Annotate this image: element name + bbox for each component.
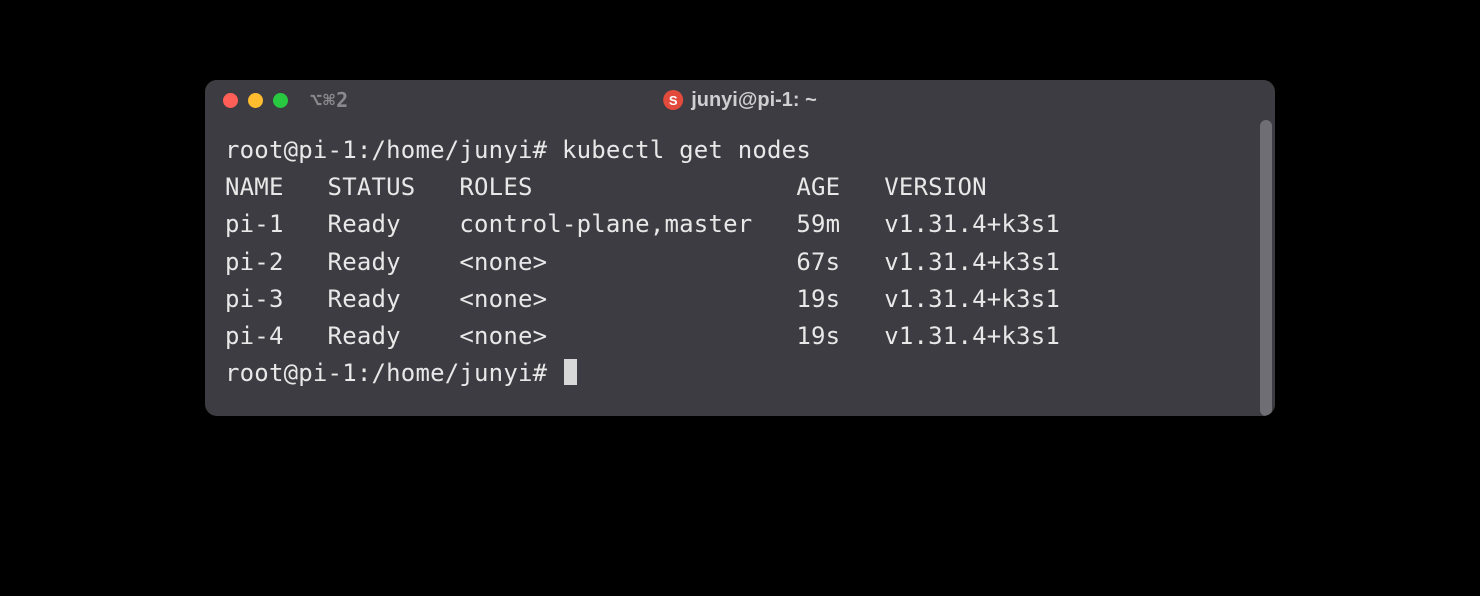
table-row: pi-1 Ready control-plane,master 59m v1.3… <box>225 210 1060 238</box>
titlebar[interactable]: ⌥⌘2 S junyi@pi-1: ~ <box>205 80 1275 120</box>
table-header: NAME STATUS ROLES AGE VERSION <box>225 173 987 201</box>
session-badge-icon: S <box>663 90 683 110</box>
prompt: root@pi-1:/home/junyi# <box>225 136 562 164</box>
scrollbar-thumb[interactable] <box>1260 120 1272 416</box>
terminal-window: ⌥⌘2 S junyi@pi-1: ~ root@pi-1:/home/juny… <box>205 80 1275 416</box>
close-icon[interactable] <box>223 93 238 108</box>
hotkey-hint: ⌥⌘2 <box>310 88 349 112</box>
scrollbar-track[interactable] <box>1257 120 1275 416</box>
prompt: root@pi-1:/home/junyi# <box>225 359 562 387</box>
traffic-lights <box>223 93 288 108</box>
window-title-text: junyi@pi-1: ~ <box>691 89 817 112</box>
window-title: S junyi@pi-1: ~ <box>663 89 817 112</box>
terminal-body[interactable]: root@pi-1:/home/junyi# kubectl get nodes… <box>205 120 1275 416</box>
maximize-icon[interactable] <box>273 93 288 108</box>
minimize-icon[interactable] <box>248 93 263 108</box>
command-text: kubectl get nodes <box>562 136 811 164</box>
table-row: pi-4 Ready <none> 19s v1.31.4+k3s1 <box>225 322 1060 350</box>
table-row: pi-2 Ready <none> 67s v1.31.4+k3s1 <box>225 248 1060 276</box>
table-row: pi-3 Ready <none> 19s v1.31.4+k3s1 <box>225 285 1060 313</box>
cursor-icon <box>564 359 577 385</box>
